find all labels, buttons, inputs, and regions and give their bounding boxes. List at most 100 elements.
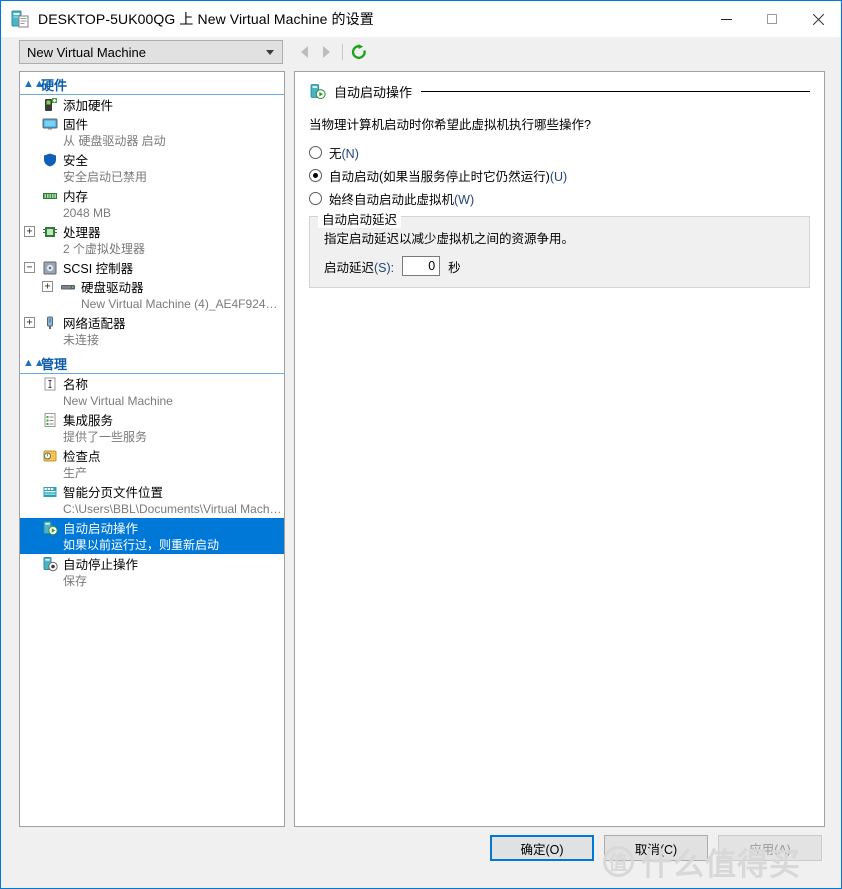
chevron-double-up-icon: ▲▲ — [23, 356, 45, 369]
tree-item-label: 检查点 — [63, 450, 101, 464]
tree-item-automatic-start-action[interactable]: 自动启动操作 如果以前运行过，则重新启动 — [20, 518, 284, 554]
detail-title: 自动启动操作 — [334, 85, 413, 100]
toolbar-separator — [342, 44, 343, 60]
startup-delay-row: 启动延迟(S): 秒 — [324, 256, 797, 276]
settings-tree[interactable]: ▲▲ 硬件 添加硬件 固件 从 硬盘驱动器 启动 安全 安全启动已禁用 内存 2… — [19, 71, 285, 827]
vm-selector-value: New Virtual Machine — [27, 44, 146, 60]
tree-item-sublabel: 安全启动已禁用 — [63, 170, 148, 184]
maximize-icon — [767, 14, 777, 24]
ok-button[interactable]: 确定(O) — [490, 835, 594, 861]
header-rule — [421, 91, 810, 92]
tree-section-hardware[interactable]: ▲▲ 硬件 — [20, 74, 284, 95]
tree-item-name[interactable]: 名称 New Virtual Machine — [20, 374, 284, 410]
refresh-button[interactable] — [348, 41, 370, 63]
tree-item-label: 网络适配器 — [63, 317, 126, 331]
tree-section-management[interactable]: ▲▲ 管理 — [20, 353, 284, 374]
smart-paging-icon — [42, 484, 58, 500]
arrow-right-icon — [322, 46, 330, 58]
tree-item-label: 内存 — [63, 190, 89, 204]
expand-toggle-icon[interactable]: + — [42, 281, 53, 292]
vm-selector-dropdown[interactable]: New Virtual Machine — [19, 40, 283, 64]
radio-icon — [309, 146, 322, 159]
tree-item-label: 添加硬件 — [63, 99, 114, 113]
radio-option-always-start-label: 始终自动启动此虚拟机 — [329, 193, 455, 207]
startup-delay-input[interactable] — [402, 256, 441, 276]
tree-item-sublabel: 生产 — [63, 466, 88, 480]
tree-item-label: 安全 — [63, 154, 89, 168]
tree-item-checkpoints[interactable]: 检查点 生产 — [20, 446, 284, 482]
watermark: 值 什么值得买 — [603, 839, 801, 884]
back-button[interactable] — [293, 41, 315, 63]
radio-option-always-start-accel: (W) — [454, 193, 475, 207]
arrow-left-icon — [300, 46, 308, 58]
automatic-start-action-icon — [309, 83, 326, 100]
tree-item-label: 硬盘驱动器 — [81, 281, 144, 295]
tree-item-integration-services[interactable]: 集成服务 提供了一些服务 — [20, 410, 284, 446]
tree-item-label: 集成服务 — [63, 414, 114, 428]
tree-item-security[interactable]: 安全 安全启动已禁用 — [20, 150, 284, 186]
toolbar: New Virtual Machine — [1, 37, 841, 67]
tree-item-sublabel: 从 硬盘驱动器 启动 — [63, 134, 166, 148]
tree-item-processor[interactable]: + 处理器 2 个虚拟处理器 — [20, 222, 284, 258]
vm-settings-dialog: DESKTOP-5UK00QG 上 New Virtual Machine 的设… — [0, 0, 842, 889]
tree-item-add-hardware[interactable]: 添加硬件 — [20, 95, 284, 114]
tree-item-sublabel: 2048 MB — [63, 206, 112, 220]
tree-item-label: 自动启动操作 — [63, 522, 139, 536]
network-adapter-icon — [42, 315, 58, 331]
tree-item-sublabel: 如果以前运行过，则重新启动 — [63, 538, 220, 552]
radio-option-auto-start-accel: (U) — [549, 170, 568, 184]
tree-item-firmware[interactable]: 固件 从 硬盘驱动器 启动 — [20, 114, 284, 150]
startup-delay-description: 指定启动延迟以减少虚拟机之间的资源争用。 — [324, 232, 575, 246]
watermark-mark: 值 — [603, 846, 634, 877]
tree-item-sublabel: 2 个虚拟处理器 — [63, 242, 146, 256]
expand-toggle-icon[interactable]: + — [24, 317, 35, 328]
tree-item-hard-drive[interactable]: + 硬盘驱动器 New Virtual Machine (4)_AE4F9243… — [20, 277, 284, 313]
startup-delay-label: 启动延迟 — [324, 260, 375, 275]
tree-section-management-label: 管理 — [41, 356, 68, 372]
startup-delay-group: 自动启动延迟 指定启动延迟以减少虚拟机之间的资源争用。 启动延迟(S): 秒 — [309, 209, 810, 288]
detail-header: 自动启动操作 — [309, 82, 810, 101]
chevron-double-up-icon: ▲▲ — [23, 77, 45, 90]
tree-item-smart-paging-file-location[interactable]: 智能分页文件位置 C:\Users\BBL\Documents\Virtual … — [20, 482, 284, 518]
radio-option-none-accel: (N) — [341, 147, 359, 161]
close-button[interactable] — [795, 1, 841, 37]
refresh-icon — [351, 44, 366, 59]
detail-pane: 自动启动操作 当物理计算机启动时你希望此虚拟机执行哪些操作? 无(N) 自动启动… — [294, 71, 825, 827]
tree-item-automatic-stop-action[interactable]: 自动停止操作 保存 — [20, 554, 284, 590]
chevron-down-icon — [266, 49, 274, 55]
minimize-button[interactable] — [703, 1, 749, 37]
name-icon — [42, 376, 58, 392]
tree-item-label: 自动停止操作 — [63, 558, 139, 572]
collapse-toggle-icon[interactable]: − — [24, 262, 35, 273]
watermark-text: 什么值得买 — [641, 847, 801, 882]
tree-item-sublabel: 提供了一些服务 — [63, 430, 148, 444]
radio-option-always-start[interactable]: 始终自动启动此虚拟机(W) — [309, 188, 810, 209]
maximize-button[interactable] — [749, 1, 795, 37]
tree-item-label: 名称 — [63, 378, 89, 392]
detail-question: 当物理计算机启动时你希望此虚拟机执行哪些操作? — [309, 118, 591, 132]
startup-delay-unit: 秒 — [448, 260, 461, 275]
tree-item-network-adapter[interactable]: + 网络适配器 未连接 — [20, 313, 284, 349]
radio-option-none[interactable]: 无(N) — [309, 142, 810, 163]
tree-item-scsi-controller[interactable]: − SCSI 控制器 — [20, 258, 284, 277]
automatic-start-action-icon — [42, 520, 58, 536]
window-controls — [703, 1, 841, 37]
tree-item-memory[interactable]: 内存 2048 MB — [20, 186, 284, 222]
tree-item-sublabel: C:\Users\BBL\Documents\Virtual Machines\… — [63, 502, 284, 516]
expand-toggle-icon[interactable]: + — [24, 226, 35, 237]
dialog-body: ▲▲ 硬件 添加硬件 固件 从 硬盘驱动器 启动 安全 安全启动已禁用 内存 2… — [19, 71, 825, 827]
radio-icon-selected — [309, 169, 322, 182]
radio-option-auto-start-label: 自动启动(如果当服务停止时它仍然运行) — [329, 170, 550, 184]
tree-item-label: 固件 — [63, 118, 89, 132]
hard-drive-icon — [60, 279, 76, 295]
startup-delay-accel: (S): — [374, 260, 395, 275]
tree-item-label: 智能分页文件位置 — [63, 486, 164, 500]
window-title: DESKTOP-5UK00QG 上 New Virtual Machine 的设… — [38, 11, 374, 27]
radio-option-auto-start[interactable]: 自动启动(如果当服务停止时它仍然运行)(U) — [309, 165, 810, 186]
title-bar: DESKTOP-5UK00QG 上 New Virtual Machine 的设… — [1, 1, 841, 37]
close-icon — [812, 13, 824, 25]
tree-item-label: SCSI 控制器 — [63, 262, 134, 276]
tree-item-label: 处理器 — [63, 226, 101, 240]
forward-button[interactable] — [315, 41, 337, 63]
add-hardware-icon — [42, 97, 58, 113]
